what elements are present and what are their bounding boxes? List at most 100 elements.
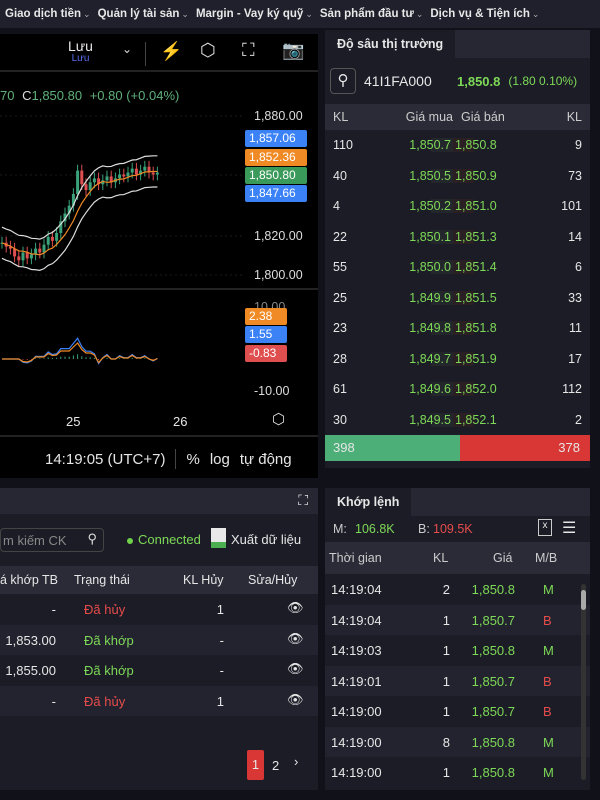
candle-body bbox=[50, 236, 54, 241]
auto-scale-toggle[interactable]: tự động bbox=[240, 451, 292, 468]
avg-price: 1,855.00 bbox=[5, 663, 56, 678]
bid-price: 1,850.1 bbox=[365, 229, 453, 244]
divider bbox=[175, 449, 177, 469]
ask-price: 1,851.3 bbox=[453, 229, 535, 244]
col-header: KL bbox=[333, 110, 349, 124]
list-icon[interactable]: ☰ bbox=[562, 518, 576, 538]
b-label: B: bbox=[418, 522, 430, 536]
candle-body bbox=[29, 254, 33, 259]
depth-row[interactable]: 22 1,850.1 1,851.3 14 bbox=[325, 222, 590, 253]
nav-label: Quản lý tài sản bbox=[97, 8, 180, 20]
symbol[interactable]: 41I1FA000 bbox=[364, 73, 449, 89]
price-axis-label: 1,820.00 bbox=[254, 229, 303, 243]
order-status: Đã khớp bbox=[84, 632, 134, 648]
moving-average bbox=[1, 170, 158, 256]
search-input[interactable]: m kiếm CK ⚲ bbox=[0, 528, 104, 552]
trade-time: 14:19:03 bbox=[331, 643, 382, 658]
price-tag: 1,850.80 bbox=[245, 167, 307, 184]
search-icon: ⚲ bbox=[87, 531, 97, 546]
signal-line bbox=[2, 342, 158, 364]
trade-row: 14:19:04 2 1,850.8 M bbox=[325, 574, 590, 605]
page-2[interactable]: 2 bbox=[272, 758, 279, 773]
depth-row[interactable]: 25 1,849.9 1,851.5 33 bbox=[325, 283, 590, 314]
depth-row[interactable]: 23 1,849.8 1,851.8 11 bbox=[325, 313, 590, 344]
candlestick-chart[interactable] bbox=[0, 34, 245, 434]
chevron-down-icon: ⌄ bbox=[305, 9, 313, 19]
eye-icon[interactable]: 👁 bbox=[287, 692, 304, 708]
connection-status: Connected bbox=[138, 532, 201, 547]
scrollbar[interactable] bbox=[581, 584, 586, 780]
trade-side: B bbox=[543, 673, 552, 689]
bid-volume: 25 bbox=[333, 290, 347, 305]
avg-price: - bbox=[51, 693, 56, 709]
nav-menu-item[interactable]: Giao dịch tiền ⌄ bbox=[5, 8, 91, 20]
order-row[interactable]: - Đã hủy 1 👁 bbox=[0, 685, 318, 716]
excel-icon[interactable]: x bbox=[538, 519, 552, 536]
trade-time: 14:19:01 bbox=[331, 673, 382, 689]
eye-icon[interactable]: 👁 bbox=[287, 600, 304, 616]
log-toggle[interactable]: log bbox=[210, 451, 230, 468]
order-status: Đã khớp bbox=[84, 663, 134, 678]
ask-volume: 11 bbox=[569, 321, 582, 336]
bid-price: 1,850.7 bbox=[365, 138, 453, 153]
candle-body bbox=[17, 256, 21, 261]
trade-row: 14:19:00 1 1,850.8 M bbox=[325, 757, 590, 788]
candle-body bbox=[84, 184, 88, 191]
trade-time: 14:19:00 bbox=[331, 704, 382, 719]
nav-menu-item[interactable]: Quản lý tài sản ⌄ bbox=[98, 8, 189, 20]
chevron-down-icon: ⌄ bbox=[415, 9, 424, 19]
order-row[interactable]: - Đã hủy 1 👁 bbox=[0, 594, 318, 625]
axis-settings-icon[interactable]: ⬡ bbox=[272, 410, 285, 428]
ask-volume: 33 bbox=[568, 290, 582, 305]
order-status: Đã hủy bbox=[84, 693, 126, 709]
col-header: Giá mua bbox=[405, 110, 453, 124]
trade-price: 1,850.8 bbox=[471, 582, 515, 597]
pane-divider[interactable] bbox=[0, 288, 318, 290]
depth-row[interactable]: 40 1,850.5 1,850.9 73 bbox=[325, 161, 590, 192]
depth-row[interactable]: 28 1,849.7 1,851.9 17 bbox=[325, 344, 590, 375]
orders-header: á khớp TB Trạng thái KL Hủy Sửa/Hủy bbox=[0, 566, 318, 594]
nav-menu-item[interactable]: Margin - Vay ký quỹ ⌄ bbox=[196, 8, 313, 20]
bid-price: 1,849.7 bbox=[365, 351, 453, 366]
trade-row: 14:19:01 1 1,850.7 B bbox=[325, 665, 590, 696]
tab-trades[interactable]: Khớp lệnh bbox=[325, 488, 412, 516]
candle-body bbox=[21, 252, 25, 261]
last-price: 1,850.8 bbox=[457, 73, 501, 89]
depth-row[interactable]: 110 1,850.7 1,850.8 9 bbox=[325, 130, 590, 161]
candle-body bbox=[25, 252, 29, 259]
depth-row[interactable]: 4 1,850.2 1,851.0 101 bbox=[325, 191, 590, 222]
spreadsheet-icon bbox=[211, 528, 226, 548]
candle-body bbox=[46, 236, 50, 245]
eye-icon[interactable]: 👁 bbox=[287, 661, 304, 677]
depth-row[interactable]: 30 1,849.5 1,852.1 2 bbox=[325, 405, 590, 436]
bid-price: 1,850.0 bbox=[365, 260, 453, 275]
cancel-volume: 1 bbox=[216, 602, 224, 617]
expand-icon[interactable]: ⛶ bbox=[298, 492, 308, 509]
depth-row[interactable]: 61 1,849.6 1,852.0 112 bbox=[325, 374, 590, 405]
eye-icon[interactable]: 👁 bbox=[287, 631, 304, 647]
export-button[interactable]: Xuất dữ liệu bbox=[231, 532, 301, 547]
search-icon[interactable]: ⚲ bbox=[330, 68, 356, 94]
percent-toggle[interactable]: % bbox=[186, 451, 199, 468]
depth-header: KL Giá mua Giá bán KL bbox=[325, 104, 590, 130]
next-page-icon[interactable]: › bbox=[294, 754, 298, 769]
tab-market-depth[interactable]: Độ sâu thị trường bbox=[325, 30, 456, 58]
ask-price: 1,852.0 bbox=[453, 382, 535, 397]
page-1[interactable]: 1 bbox=[247, 750, 264, 780]
trade-side: M bbox=[543, 765, 554, 780]
trade-price: 1,850.8 bbox=[471, 765, 515, 780]
trade-volume: 8 bbox=[442, 734, 450, 750]
cancel-volume: - bbox=[219, 663, 224, 678]
nav-menu-item[interactable]: Dịch vụ & Tiện ích ⌄ bbox=[430, 8, 539, 20]
chevron-down-icon: ⌄ bbox=[181, 9, 189, 19]
depth-row[interactable]: 55 1,850.0 1,851.4 6 bbox=[325, 252, 590, 283]
camera-icon[interactable]: 📷 bbox=[282, 40, 304, 61]
order-row[interactable]: 1,853.00 Đã khớp - 👁 bbox=[0, 624, 318, 655]
nav-menu-item[interactable]: Sản phẩm đầu tư ⌄ bbox=[320, 8, 424, 20]
col-header: Giá bbox=[493, 551, 513, 565]
ask-price: 1,851.5 bbox=[453, 290, 535, 305]
buy-sell-ratio-bar: 398 378 bbox=[325, 435, 590, 461]
ask-price: 1,851.8 bbox=[453, 321, 535, 336]
trade-price: 1,850.8 bbox=[471, 643, 515, 658]
order-row[interactable]: 1,855.00 Đã khớp - 👁 bbox=[0, 655, 318, 686]
